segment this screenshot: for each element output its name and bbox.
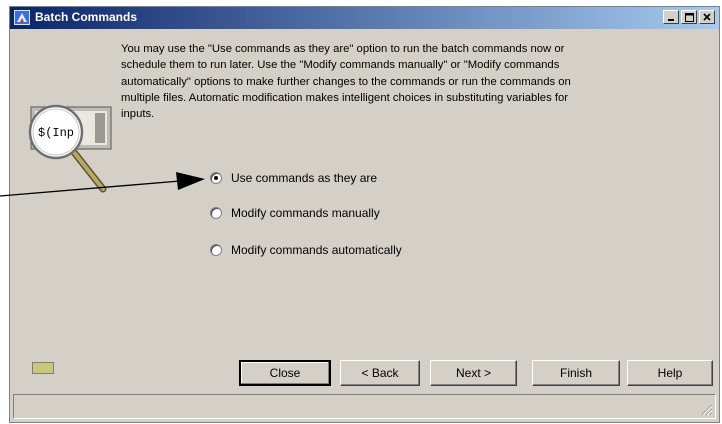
batch-commands-window: Batch Commands You may use the "Use comm… xyxy=(9,6,720,423)
magnifier-icon: $(Inp xyxy=(28,104,112,193)
title-bar[interactable]: Batch Commands xyxy=(10,7,719,29)
minimize-icon xyxy=(668,19,674,21)
back-button[interactable]: < Back xyxy=(340,360,420,386)
option-modify-automatically-label: Modify commands automatically xyxy=(231,243,402,257)
finish-button[interactable]: Finish xyxy=(532,360,620,386)
close-icon xyxy=(703,13,711,21)
option-modify-manually[interactable]: Modify commands manually xyxy=(210,206,380,220)
option-use-as-is[interactable]: Use commands as they are xyxy=(210,171,377,185)
help-button[interactable]: Help xyxy=(627,360,713,386)
option-modify-manually-label: Modify commands manually xyxy=(231,206,380,220)
wizard-image: $(Inp xyxy=(25,99,115,199)
radio-modify-manually[interactable] xyxy=(210,207,222,219)
resize-grip-icon[interactable] xyxy=(701,404,713,416)
status-bar xyxy=(13,394,716,419)
close-window-button[interactable] xyxy=(699,10,715,24)
maximize-button[interactable] xyxy=(681,10,697,24)
status-indicator xyxy=(32,362,54,374)
minimize-button[interactable] xyxy=(663,10,679,24)
wizard-image-text: $(Inp xyxy=(38,126,74,140)
option-use-as-is-label: Use commands as they are xyxy=(231,171,378,185)
close-button[interactable]: Close xyxy=(239,360,331,386)
radio-use-as-is[interactable] xyxy=(210,172,222,184)
option-modify-automatically[interactable]: Modify commands automatically xyxy=(210,243,402,257)
window-title: Batch Commands xyxy=(35,10,138,24)
radio-modify-automatically[interactable] xyxy=(210,244,222,256)
maximize-icon xyxy=(684,12,694,22)
next-button[interactable]: Next > xyxy=(430,360,517,386)
batch-commands-icon xyxy=(14,10,30,25)
instructions-text: You may use the "Use commands as they ar… xyxy=(121,43,571,121)
